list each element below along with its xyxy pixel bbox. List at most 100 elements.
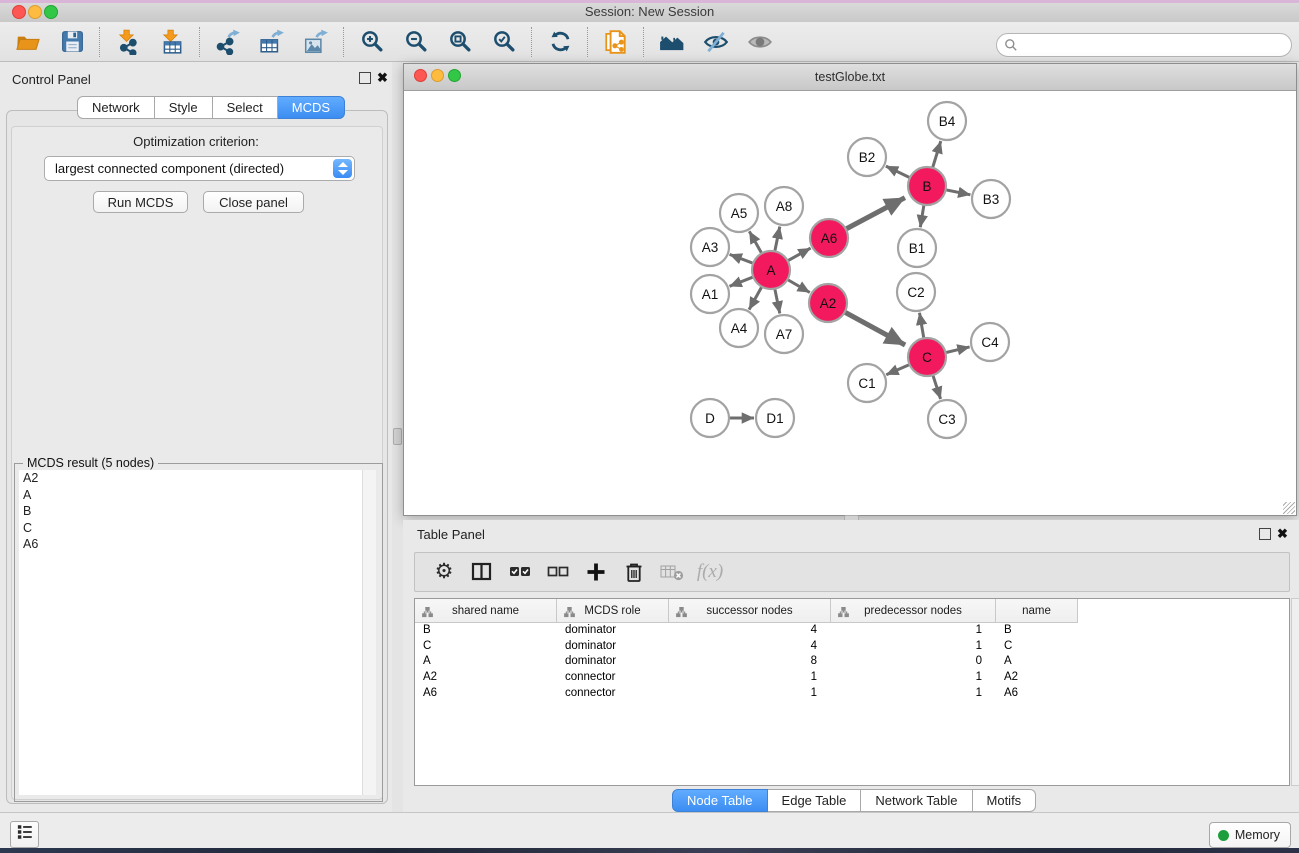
delete-table-icon: [659, 559, 685, 585]
tab-motifs[interactable]: Motifs: [973, 789, 1037, 812]
run-mcds-button[interactable]: Run MCDS: [93, 191, 188, 213]
graph-node-A3[interactable]: A3: [691, 228, 729, 266]
vertical-splitter[interactable]: [392, 62, 403, 812]
graph-node-A8[interactable]: A8: [765, 187, 803, 225]
graph-node-D[interactable]: D: [691, 399, 729, 437]
search-input[interactable]: [1022, 35, 1291, 55]
zoom-fit-button[interactable]: [447, 29, 473, 55]
graph-node-B3[interactable]: B3: [972, 180, 1010, 218]
table-row[interactable]: Cdominator41C: [415, 638, 1289, 654]
import-table-button[interactable]: [159, 29, 185, 55]
graph-node-A7[interactable]: A7: [765, 315, 803, 353]
zoom-out-button[interactable]: [403, 29, 429, 55]
svg-text:C1: C1: [858, 376, 875, 391]
tab-select[interactable]: Select: [213, 96, 278, 119]
table-scrollbar[interactable]: [1291, 598, 1299, 786]
table-tabs: Node TableEdge TableNetwork TableMotifs: [672, 789, 1036, 810]
vertical-splitter-handle[interactable]: [393, 428, 402, 445]
column-header-predecessor-nodes[interactable]: predecessor nodes: [831, 599, 996, 622]
graph-node-A4[interactable]: A4: [720, 309, 758, 347]
svg-text:B2: B2: [859, 150, 876, 165]
graph-node-D1[interactable]: D1: [756, 399, 794, 437]
toolbar-separator: [343, 27, 345, 57]
tab-network[interactable]: Network: [77, 96, 155, 119]
save-session-button[interactable]: [59, 29, 85, 55]
task-history-button[interactable]: [10, 821, 39, 848]
table-panel-close-button[interactable]: ✖: [1277, 528, 1288, 539]
memory-button[interactable]: Memory: [1209, 822, 1291, 848]
add-icon[interactable]: [583, 559, 609, 585]
graph-node-A5[interactable]: A5: [720, 194, 758, 232]
graph-node-C1[interactable]: C1: [848, 364, 886, 402]
column-header-name[interactable]: name: [996, 599, 1078, 622]
gear-icon[interactable]: ⚙: [431, 559, 457, 585]
svg-text:C: C: [922, 350, 932, 365]
home-button[interactable]: [659, 29, 685, 55]
import-network-button[interactable]: [115, 29, 141, 55]
zoom-in-button[interactable]: [359, 29, 385, 55]
mcds-result-scrollbar[interactable]: [362, 470, 376, 795]
mcds-result-item[interactable]: A2: [19, 470, 363, 487]
graph-node-A2[interactable]: A2: [809, 284, 847, 322]
svg-text:A8: A8: [776, 199, 793, 214]
graph-node-B4[interactable]: B4: [928, 102, 966, 140]
table-row[interactable]: A2connector11A2: [415, 669, 1289, 685]
table-cell: 1: [831, 671, 996, 683]
mcds-result-item[interactable]: B: [19, 503, 363, 520]
refresh-button[interactable]: [547, 29, 573, 55]
manage-networks-button[interactable]: [603, 29, 629, 55]
graph-node-C[interactable]: C: [908, 338, 946, 376]
export-table-button[interactable]: [259, 29, 285, 55]
titlebar-accent-strip: [0, 0, 1299, 3]
export-image-button[interactable]: [303, 29, 329, 55]
zoom-selected-button[interactable]: [491, 29, 517, 55]
table-row[interactable]: Adominator80A: [415, 654, 1289, 670]
mcds-result-list[interactable]: A2ABCA6: [19, 470, 363, 795]
table-panel-float-button[interactable]: [1259, 528, 1271, 540]
optimization-criterion-dropdown[interactable]: largest connected component (directed): [44, 156, 355, 181]
column-header-shared-name[interactable]: shared name: [415, 599, 557, 622]
table-row[interactable]: Bdominator41B: [415, 622, 1289, 638]
columns-icon[interactable]: [469, 559, 495, 585]
graph-node-A1[interactable]: A1: [691, 275, 729, 313]
resize-grip[interactable]: [1283, 502, 1295, 514]
tab-network-table[interactable]: Network Table: [861, 789, 972, 812]
graph-node-A[interactable]: A: [752, 251, 790, 289]
graph-node-C4[interactable]: C4: [971, 323, 1009, 361]
tab-node-table[interactable]: Node Table: [672, 789, 768, 812]
table-cell: A6: [415, 687, 557, 699]
graph-node-A6[interactable]: A6: [810, 219, 848, 257]
open-session-button[interactable]: [15, 29, 41, 55]
toolbar-separator: [99, 27, 101, 57]
tab-mcds[interactable]: MCDS: [278, 96, 345, 119]
control-panel-float-button[interactable]: [359, 72, 371, 84]
tab-edge-table[interactable]: Edge Table: [768, 789, 862, 812]
main-titlebar: Session: New Session: [0, 0, 1299, 23]
svg-text:A6: A6: [821, 231, 838, 246]
trash-icon[interactable]: [621, 559, 647, 585]
mcds-result-item[interactable]: A6: [19, 536, 363, 553]
deselect-all-icon[interactable]: [545, 559, 571, 585]
graph-node-B2[interactable]: B2: [848, 138, 886, 176]
table-row[interactable]: A6connector11A6: [415, 685, 1289, 701]
mcds-result-item[interactable]: C: [19, 520, 363, 537]
search-box[interactable]: [996, 33, 1292, 57]
tab-style[interactable]: Style: [155, 96, 213, 119]
table-cell: A2: [415, 671, 557, 683]
network-window-titlebar: testGlobe.txt: [404, 64, 1296, 91]
graph-node-C3[interactable]: C3: [928, 400, 966, 438]
graph-node-B1[interactable]: B1: [898, 229, 936, 267]
export-network-button[interactable]: [215, 29, 241, 55]
column-header-successor-nodes[interactable]: successor nodes: [669, 599, 831, 622]
control-panel-close-button[interactable]: ✖: [377, 72, 388, 83]
graph-node-C2[interactable]: C2: [897, 273, 935, 311]
mcds-result-item[interactable]: A: [19, 487, 363, 504]
column-header-MCDS-role[interactable]: MCDS role: [557, 599, 669, 622]
graph-node-B[interactable]: B: [908, 167, 946, 205]
close-panel-button[interactable]: Close panel: [203, 191, 304, 213]
show-graphics-button[interactable]: [747, 29, 773, 55]
hide-graphics-button[interactable]: [703, 29, 729, 55]
select-all-icon[interactable]: [507, 559, 533, 585]
graph-svg: A A1 A2 A3 A4 A5 A6 A7 A8 B B1 B2 B3 B4 C C1 C2 C3 C4 D D1: [404, 91, 1296, 515]
network-canvas[interactable]: A A1 A2 A3 A4 A5 A6 A7 A8 B B1 B2 B3 B4 C C1 C2 C3 C4 D D1: [404, 91, 1296, 515]
